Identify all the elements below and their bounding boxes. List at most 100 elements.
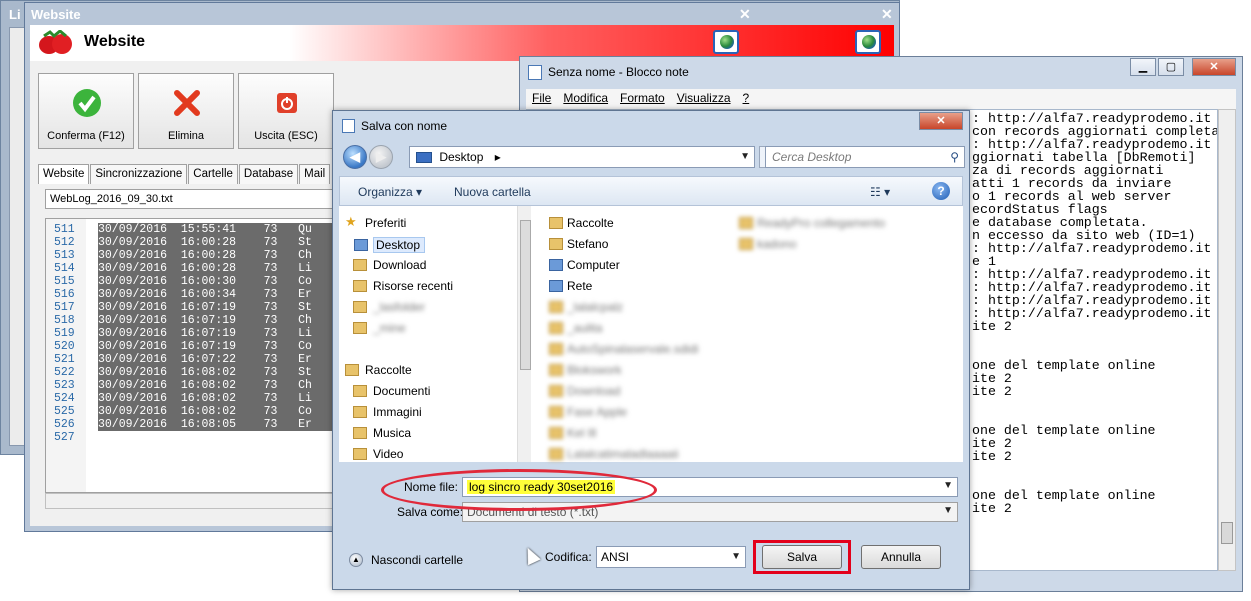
nav-item-raccolte[interactable]: Raccolte [345,363,412,377]
nav-item-risorse-recenti[interactable]: Risorse recenti [353,279,453,293]
website-close-icon[interactable]: ✕ [739,6,751,23]
log-line-text: 30/09/2016 16:08:02 73 Li [98,392,344,405]
folder-icon [549,322,563,334]
log-line-number: 514 [54,262,75,275]
new-folder-button[interactable]: Nuova cartella [454,185,531,199]
notepad-vertical-scrollbar[interactable] [1218,109,1236,571]
file-item-label: Stefano [567,237,609,251]
nav-scrollbar-thumb[interactable] [520,220,531,370]
encoding-value: ANSI [601,550,630,564]
crumb-chevron-icon[interactable]: ▸ [495,150,501,164]
file-item-label: _lalalcpalz [567,300,624,314]
tab-website[interactable]: Website [38,164,90,184]
background-close-icon[interactable]: ✕ [881,6,893,23]
save-button[interactable]: Salva [762,545,842,569]
close-button[interactable]: ✕ [1192,58,1236,76]
website-header-title: Website [84,33,146,50]
minimize-button[interactable]: ▁ [1130,58,1156,76]
delete-button[interactable]: Elimina [138,73,234,149]
folder-icon [739,217,753,229]
organize-button[interactable]: Organizza ▾ [358,185,422,199]
nav-item-download[interactable]: Download [353,258,426,272]
nav-item-label: Documenti [373,384,431,398]
nav-item-musica[interactable]: Musica [353,426,411,440]
menu-help[interactable]: ? [743,91,750,107]
exit-button[interactable]: Uscita (ESC) [238,73,334,149]
globe-icon-secondary[interactable] [855,30,881,54]
file-item[interactable]: Computer [549,258,620,272]
notepad-line: ite 2 [972,319,1012,334]
log-line-number: 525 [54,405,75,418]
confirm-button[interactable]: Conferma (F12) [38,73,134,149]
log-line-number: 521 [54,353,75,366]
cancel-button[interactable]: Annulla [861,545,941,569]
nav-item-preferiti[interactable]: ★ Preferiti [345,214,406,230]
nav-item-label: Raccolte [365,363,412,377]
log-line-number: 522 [54,366,75,379]
file-item[interactable]: _aulita [549,321,602,335]
log-line-text: 30/09/2016 16:07:19 73 Co [98,340,344,353]
nav-item-immagini[interactable]: Immagini [353,405,422,419]
dialog-close-button[interactable]: ✕ [919,112,963,130]
file-item-label: Kel Ill [567,426,597,440]
file-item[interactable]: Lalalcatimaladlaaaaii [549,447,678,461]
file-name-dropdown-icon[interactable]: ▼ [943,480,953,491]
globe-icon[interactable] [713,30,739,54]
file-item[interactable]: _lalalcpalz [549,300,624,314]
file-item[interactable]: Download [549,384,620,398]
file-item[interactable]: Fase Apple [549,405,627,419]
hide-folders-button[interactable]: ▲ Nascondi cartelle [349,553,463,567]
nav-item--lasfolder[interactable]: _lasfolder [353,300,425,314]
search-icon: ⚲ [950,150,959,164]
address-crumb[interactable]: Desktop [439,150,483,164]
nav-item-desktop[interactable]: Desktop [354,237,426,253]
file-item[interactable]: Rete [549,279,592,293]
encoding-dropdown-icon[interactable]: ▼ [731,551,741,562]
dialog-footer: ▲ Nascondi cartelle Codifica: ANSI ▼ Sal… [333,536,969,586]
maximize-button[interactable]: ▢ [1158,58,1184,76]
encoding-select[interactable]: ANSI ▼ [596,546,746,568]
scrollbar-thumb[interactable] [1221,522,1233,544]
log-line-text: 30/09/2016 16:07:19 73 St [98,301,344,314]
search-input[interactable]: Cerca Desktop ⚲ [765,146,965,168]
back-arrow-icon[interactable]: ◀ [343,145,367,169]
file-item-label: ReadyPro collegamento [757,216,886,230]
address-dropdown-icon[interactable]: ▼ [740,151,750,162]
file-item[interactable]: Blokswork [549,363,622,377]
file-item[interactable]: Raccolte [549,216,614,230]
exit-button-label: Uscita (ESC) [254,130,318,142]
nav-item-video[interactable]: Video [353,447,403,461]
file-item[interactable]: Stefano [549,237,609,251]
log-horizontal-scrollbar[interactable] [45,493,345,509]
nav-item--mine[interactable]: _mine [353,321,406,335]
file-item[interactable]: kadono [739,237,796,251]
file-item-label: AutoSpinalaservale.sdidi [567,342,699,356]
nav-item-documenti[interactable]: Documenti [353,384,431,398]
settings-tabs: Website Sincronizzazione Cartelle Databa… [38,164,331,184]
file-item[interactable]: Kel Ill [549,426,597,440]
menu-modifica[interactable]: Modifica [563,91,608,107]
help-icon[interactable]: ? [932,182,950,200]
menu-formato[interactable]: Formato [620,91,665,107]
recent-places-icon [353,280,367,292]
tab-mail[interactable]: Mail [299,164,331,184]
nav-item-label: Immagini [373,405,422,419]
command-bar: Organizza ▾ Nuova cartella ☷ ▾ ? [339,176,963,206]
address-bar[interactable]: Desktop ▸ ▼ [409,146,755,168]
tab-sincronizzazione[interactable]: Sincronizzazione [90,164,188,184]
file-item[interactable]: ReadyPro collegamento [739,216,886,230]
power-icon [277,93,297,113]
menu-visualizza[interactable]: Visualizza [677,91,731,107]
file-item[interactable]: AutoSpinalaservale.sdidi [549,342,699,356]
forward-arrow-icon[interactable]: ▶ [369,145,393,169]
tab-database[interactable]: Database [238,164,299,184]
log-file-field[interactable]: WebLog_2016_09_30.txt [45,189,345,209]
file-item-label: Computer [567,258,620,272]
log-viewer[interactable]: 511 30/09/2016 15:55:41 73 Qu 512 30/09/201… [45,218,345,493]
view-options-icon[interactable]: ☷ ▾ [870,185,890,199]
menu-file[interactable]: File [532,91,551,107]
save-as-type-dropdown-icon[interactable]: ▼ [943,505,953,516]
tab-cartelle[interactable]: Cartelle [188,164,238,184]
file-item-label: Raccolte [567,216,614,230]
folder-icon [549,364,563,376]
